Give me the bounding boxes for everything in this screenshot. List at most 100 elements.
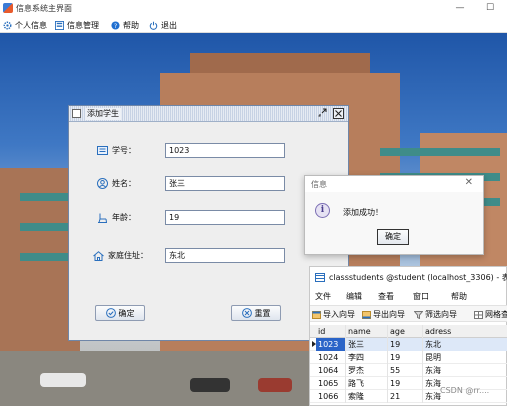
table-window: classstudents @student (localhost_3306) … [309,266,507,406]
column-header-id[interactable]: id [310,325,346,338]
column-header-age[interactable]: age [388,325,423,338]
info-icon: i [315,203,330,218]
grid-view-button[interactable]: 网格查 [474,309,507,320]
name-input[interactable]: 张三 [165,176,285,191]
close-icon [335,110,342,117]
cell-id[interactable]: 1066 [316,390,346,403]
menu-file[interactable]: 文件 [315,291,331,302]
cell-name[interactable]: 张三 [346,338,388,351]
cell-age[interactable]: 21 [388,390,423,403]
age-input[interactable]: 19 [165,210,285,225]
column-header-adress[interactable]: adress [423,325,507,338]
maximize-button[interactable]: ☐ [476,0,504,17]
address-input[interactable]: 东北 [165,248,285,263]
car [190,378,230,392]
table-row[interactable]: 1023 张三 19 东北 [310,338,507,351]
table-row[interactable]: 1024 李四 19 昆明 [310,351,507,364]
table-window-title: classstudents @student (localhost_3306) … [329,272,507,282]
import-wizard-button[interactable]: 导入向导 [312,309,355,320]
field-label: 学号： [112,146,136,155]
close-button[interactable] [333,108,344,119]
watermark-text: CSDN @rr.... [440,386,490,395]
table-row[interactable]: 1064 罗杰 55 东海 [310,364,507,377]
ok-button[interactable]: 确定 [377,229,409,245]
import-icon [312,310,321,319]
menu-bar: 个人信息 信息管理 ? 帮助 退出 [0,17,507,33]
check-icon [105,308,116,318]
export-wizard-button[interactable]: 导出向导 [362,309,405,320]
student-id-input[interactable]: 1023 [165,143,285,158]
minimize-button[interactable]: — [446,0,474,17]
reset-icon [241,308,252,318]
cell-age[interactable]: 19 [388,338,423,351]
building-windows [380,148,500,156]
car [258,378,292,392]
window-icon [72,109,81,118]
cell-name[interactable]: 罗杰 [346,364,388,377]
menu-info-management[interactable]: 信息管理 [55,19,99,31]
reset-label: 重置 [254,308,271,318]
restore-icon[interactable] [317,108,328,119]
toolbar-label: 网格查 [485,310,507,319]
menu-help[interactable]: ? 帮助 [111,19,139,31]
house-icon [93,250,104,261]
building-windows [20,253,68,261]
chair-icon [98,213,107,223]
id-card-icon [97,146,108,155]
export-icon [362,310,371,319]
student-id-label: 学号： [97,145,136,156]
cell-id[interactable]: 1065 [316,377,346,390]
age-label: 年龄： [97,212,136,223]
building-windows [20,193,68,201]
menu-edit[interactable]: 编辑 [346,291,362,302]
building-windows [20,223,68,231]
app-logo-icon [3,3,13,13]
close-icon[interactable]: ✕ [465,177,473,188]
add-student-title: 添加学生 [85,108,121,120]
message-title-bar[interactable]: 信息 ✕ [305,176,483,192]
cell-age[interactable]: 19 [388,351,423,364]
toolbar-label: 导出向导 [373,310,405,319]
cell-age[interactable]: 19 [388,377,423,390]
toolbar-label: 导入向导 [323,310,355,319]
field-label: 家庭住址： [108,251,148,260]
cell-age[interactable]: 55 [388,364,423,377]
cell-id[interactable]: 1024 [316,351,346,364]
cell-id[interactable]: 1023 [316,338,346,351]
grid-icon [55,20,64,30]
reset-button[interactable]: 重置 [231,305,281,321]
car [40,373,86,387]
filter-wizard-button[interactable]: 筛选向导 [414,309,457,320]
user-icon [97,178,108,189]
help-icon: ? [111,20,120,29]
menu-label: 退出 [161,20,177,30]
main-title-bar: 信息系统主界面 — ☐ [0,0,507,17]
confirm-button[interactable]: 确定 [95,305,145,321]
table-window-title-bar[interactable]: classstudents @student (localhost_3306) … [310,267,507,287]
menu-window[interactable]: 窗口 [413,291,429,302]
cell-adress[interactable]: 昆明 [423,351,507,364]
add-student-title-bar[interactable]: 添加学生 [69,106,348,122]
message-text: 添加成功！ [343,208,383,217]
cell-name[interactable]: 李四 [346,351,388,364]
filter-icon [414,310,423,319]
confirm-label: 确定 [118,308,135,318]
column-header-name[interactable]: name [346,325,388,338]
cell-id[interactable]: 1064 [316,364,346,377]
menu-label: 信息管理 [67,20,99,30]
power-icon [149,21,158,30]
message-title: 信息 [311,180,327,189]
cell-name[interactable]: 索隆 [346,390,388,403]
cell-name[interactable]: 路飞 [346,377,388,390]
field-label: 姓名： [112,179,136,188]
cell-adress[interactable]: 东海 [423,364,507,377]
address-label: 家庭住址： [93,250,148,261]
menu-exit[interactable]: 退出 [149,19,177,31]
grid-view-icon [474,310,483,319]
menu-help[interactable]: 帮助 [451,291,467,302]
cell-adress[interactable]: 东北 [423,338,507,351]
grid-header: id name age adress [310,325,507,338]
menu-personal-info[interactable]: 个人信息 [3,19,47,31]
menu-view[interactable]: 查看 [378,291,394,302]
menu-label: 个人信息 [15,20,47,30]
